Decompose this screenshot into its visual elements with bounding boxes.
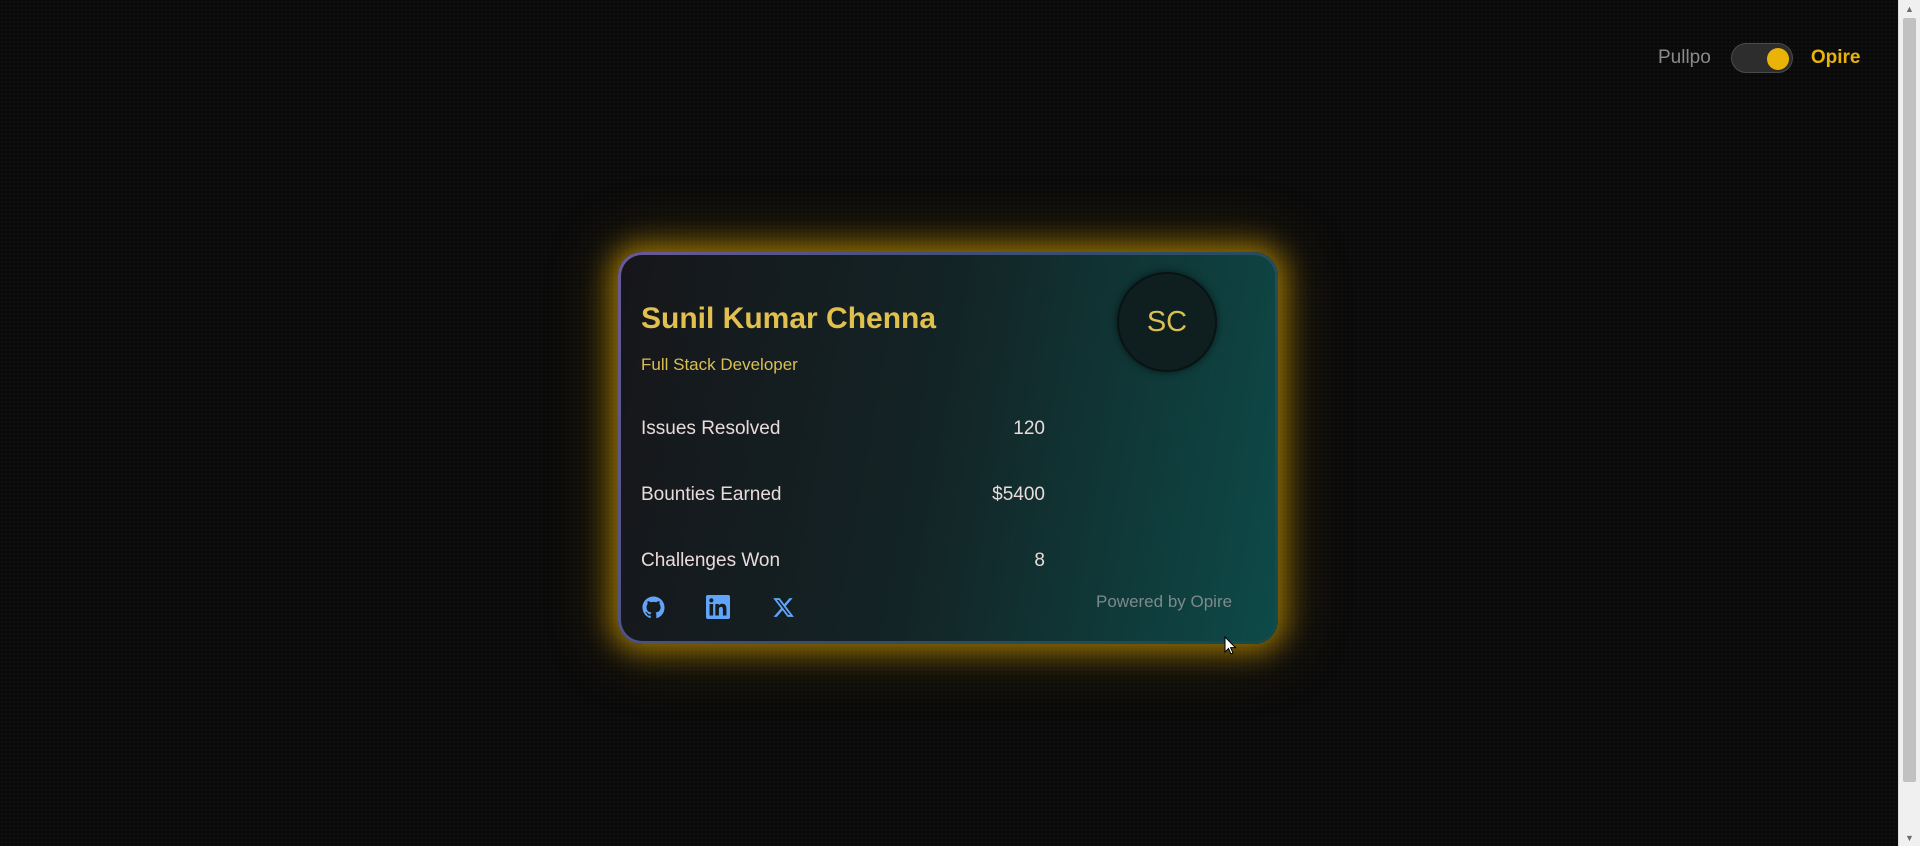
toggle-label-opire[interactable]: Opire bbox=[1811, 47, 1861, 69]
linkedin-icon[interactable] bbox=[706, 595, 730, 619]
brand-toggle-switch[interactable] bbox=[1730, 43, 1793, 73]
page-background: Pullpo Opire Sunil Kumar Chenna Full Sta… bbox=[0, 0, 1920, 846]
mouse-cursor-icon bbox=[1224, 636, 1237, 655]
profile-card: Sunil Kumar Chenna Full Stack Developer … bbox=[618, 252, 1278, 644]
stat-label: Challenges Won bbox=[641, 550, 781, 571]
stat-value: $5400 bbox=[992, 484, 1045, 505]
toggle-knob bbox=[1766, 48, 1789, 70]
profile-name: Sunil Kumar Chenna bbox=[641, 302, 937, 335]
theme-toggle-group: Pullpo Opire bbox=[1658, 42, 1860, 74]
stat-value: 120 bbox=[1013, 418, 1045, 439]
stat-label: Issues Resolved bbox=[641, 418, 781, 439]
stat-row-challenges: Challenges Won 8 bbox=[641, 550, 1045, 572]
scroll-down-arrow-icon[interactable]: ▼ bbox=[1899, 829, 1920, 846]
stat-row-bounties: Bounties Earned $5400 bbox=[641, 484, 1045, 506]
stat-value: 8 bbox=[1034, 550, 1045, 571]
powered-by-footer[interactable]: Powered by Opire bbox=[1096, 592, 1232, 612]
stat-label: Bounties Earned bbox=[641, 484, 782, 505]
scroll-up-arrow-icon[interactable]: ▲ bbox=[1899, 0, 1920, 17]
vertical-scrollbar[interactable]: ▲ ▼ bbox=[1898, 0, 1920, 846]
x-twitter-icon[interactable] bbox=[771, 595, 795, 619]
profile-role: Full Stack Developer bbox=[641, 355, 798, 374]
scroll-thumb[interactable] bbox=[1903, 18, 1916, 782]
avatar: SC bbox=[1117, 272, 1217, 372]
github-icon[interactable] bbox=[641, 595, 665, 619]
toggle-label-pullpo[interactable]: Pullpo bbox=[1658, 47, 1711, 69]
social-links bbox=[641, 595, 836, 619]
stat-row-issues: Issues Resolved 120 bbox=[641, 418, 1045, 440]
